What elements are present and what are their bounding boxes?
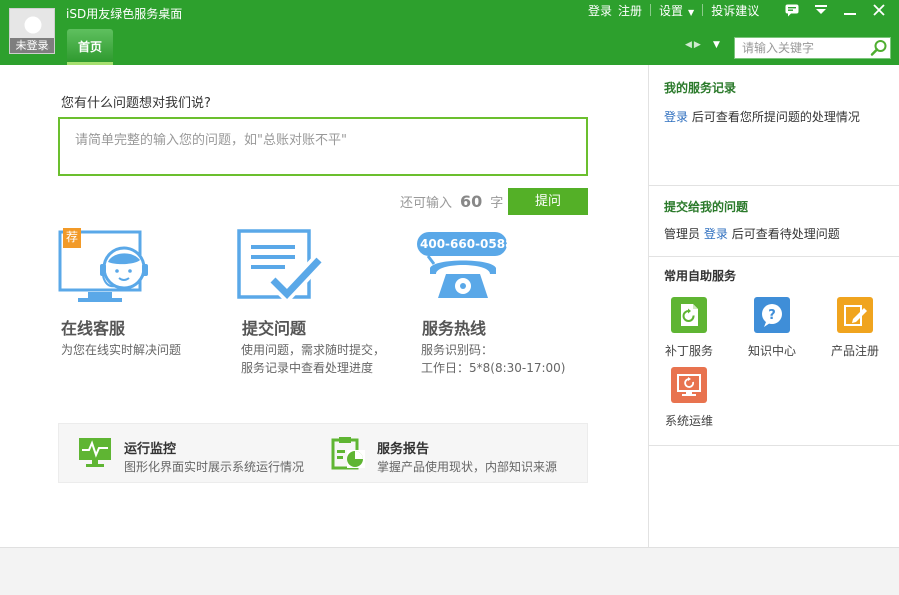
- admin-label: 管理员: [664, 227, 701, 241]
- feature-desc: 使用问题，需求随时提交，: [241, 343, 386, 357]
- remaining-counter: 还可输入 60 字: [400, 192, 503, 211]
- remaining-suffix: 字: [490, 196, 504, 211]
- tool-title: 运行监控: [124, 442, 177, 457]
- patch-icon: [671, 297, 707, 333]
- avatar-status: 未登录: [10, 38, 54, 53]
- question-prompt: 您有什么问题想对我们说?: [61, 96, 211, 111]
- feature-title: 服务热线: [422, 319, 487, 338]
- chat-icon[interactable]: [781, 0, 803, 20]
- chevron-down-icon[interactable]: ▼: [713, 40, 720, 50]
- divider: [650, 4, 652, 16]
- user-avatar[interactable]: 未登录: [9, 8, 55, 54]
- submit-question-button[interactable]: 提问: [508, 188, 588, 215]
- edit-icon: [837, 297, 873, 333]
- tool-desc: 图形化界面实时展示系统运行情况: [124, 460, 305, 474]
- submitted-login-link[interactable]: 登录: [704, 227, 728, 241]
- feature-hotline[interactable]: 400-660-0588 服务热线 服务识别码： 工作日：5*8(8:30-17…: [416, 228, 586, 375]
- feedback-link[interactable]: 投诉建议: [711, 2, 759, 19]
- settings-menu[interactable]: 设置 ▼: [659, 2, 694, 19]
- submitted-hint: 后可查看待处理问题: [731, 227, 840, 241]
- remaining-count: 60: [460, 192, 483, 211]
- minimize-icon[interactable]: [839, 0, 861, 20]
- feature-title: 在线客服: [61, 319, 126, 338]
- feature-submit-question[interactable]: 提交问题 使用问题，需求随时提交， 服务记录中查看处理进度: [237, 228, 397, 375]
- footer-bar: [0, 547, 899, 595]
- top-links: 登录 注册 设置 ▼ 投诉建议: [588, 0, 759, 20]
- monitor-pulse-icon: [79, 438, 111, 467]
- recommend-badge: 荐: [63, 228, 81, 248]
- remaining-prefix: 还可输入: [400, 196, 453, 211]
- tools-bar: 运行监控 图形化界面实时展示系统运行情况 服务报告 掌握产品使用现状，内部知识来…: [58, 423, 588, 483]
- close-icon[interactable]: [868, 0, 890, 20]
- document-check-icon: [237, 229, 325, 305]
- question-input[interactable]: [58, 117, 588, 176]
- question-icon: ?: [754, 297, 790, 333]
- report-chart-icon: [331, 437, 365, 470]
- search-icon[interactable]: [870, 39, 888, 57]
- service-label: 产品注册: [830, 344, 879, 358]
- tool-run-monitor[interactable]: 运行监控 图形化界面实时展示系统运行情况: [59, 424, 319, 482]
- service-label: 知识中心: [747, 344, 796, 358]
- service-records-text: 登录 后可查看您所提问题的处理情况: [664, 108, 860, 125]
- tab-home[interactable]: 首页: [67, 29, 113, 65]
- service-product-register[interactable]: 产品注册: [825, 297, 885, 359]
- svg-text:?: ?: [768, 308, 776, 323]
- search-input[interactable]: [735, 38, 867, 58]
- service-label: 系统运维: [664, 414, 713, 428]
- tool-service-report[interactable]: 服务报告 掌握产品使用现状，内部知识来源: [319, 424, 589, 482]
- nav-arrows-icon[interactable]: ◀▶: [685, 40, 703, 50]
- service-patch[interactable]: 补丁服务: [659, 297, 719, 359]
- service-records-title: 我的服务记录: [664, 81, 737, 95]
- records-login-link[interactable]: 登录: [664, 110, 688, 124]
- feature-desc: 服务识别码：: [421, 343, 494, 357]
- submitted-title: 提交给我的问题: [664, 200, 749, 214]
- divider: [649, 185, 899, 186]
- feature-desc: 为您在线实时解决问题: [61, 343, 182, 357]
- tool-title: 服务报告: [377, 442, 430, 457]
- submitted-text: 管理员 登录 后可查看待处理问题: [664, 225, 840, 242]
- records-hint: 后可查看您所提问题的处理情况: [691, 110, 860, 124]
- feature-desc: 服务记录中查看处理进度: [241, 361, 374, 375]
- divider: [702, 4, 704, 16]
- register-link[interactable]: 注册: [618, 2, 642, 19]
- refresh-monitor-icon: [671, 367, 707, 403]
- service-operations[interactable]: 系统运维: [659, 367, 719, 429]
- search-box: [734, 37, 891, 59]
- service-label: 补丁服务: [664, 344, 713, 358]
- divider: [649, 256, 899, 257]
- feature-title: 提交问题: [242, 319, 307, 338]
- hotline-number: 400-660-0588: [420, 237, 514, 251]
- login-link[interactable]: 登录: [588, 2, 612, 19]
- tool-desc: 掌握产品使用现状，内部知识来源: [377, 460, 558, 474]
- title-bar: 未登录 iSD用友绿色服务桌面 首页 登录 注册 设置 ▼ 投诉建议 ◀▶ ▼: [0, 0, 899, 65]
- feature-online-service[interactable]: 荐 在线客服 为您在线实时解决问题: [58, 228, 208, 357]
- divider: [648, 446, 649, 547]
- feature-desc: 工作日：5*8(8:30-17:00): [421, 361, 566, 375]
- app-title: iSD用友绿色服务桌面: [66, 7, 183, 21]
- settings-label: 设置: [659, 3, 684, 18]
- right-panel: 我的服务记录 登录 后可查看您所提问题的处理情况 提交给我的问题 管理员 登录 …: [648, 65, 899, 446]
- service-knowledge[interactable]: ? 知识中心: [742, 297, 802, 359]
- services-title: 常用自助服务: [664, 269, 737, 283]
- caret-down-icon: ▼: [688, 7, 695, 17]
- menu-icon[interactable]: [810, 0, 832, 20]
